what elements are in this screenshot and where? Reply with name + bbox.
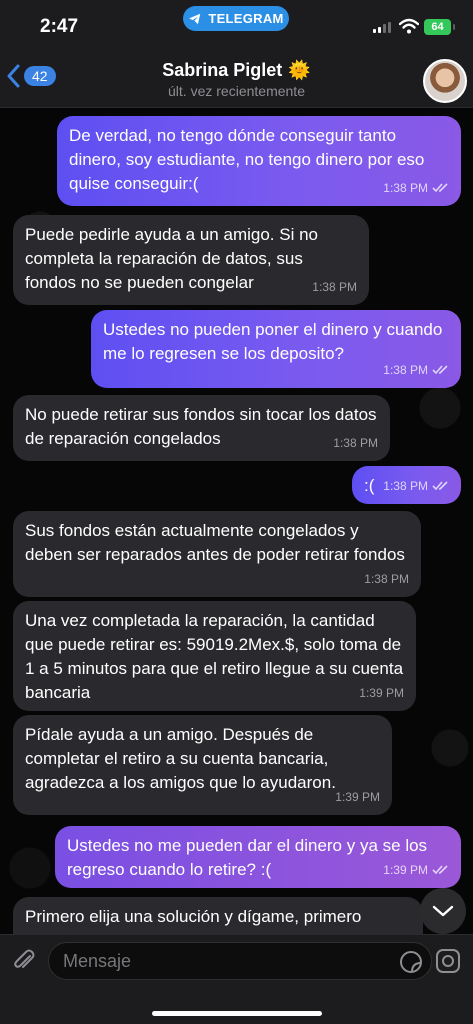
message-text: Una vez completada la reparación, la can… — [25, 611, 404, 702]
message-text: :( — [364, 476, 375, 495]
message-time: 1:39 PM — [359, 686, 404, 700]
message-time: 1:38 PM — [333, 436, 378, 450]
message-time: 1:39 PM — [335, 790, 380, 804]
message-text: Pídale ayuda a un amigo. Después de comp… — [25, 725, 336, 792]
message-text: Primero elija una solución y dígame, pri… — [25, 907, 362, 926]
message-time: 1:38 PM — [364, 572, 409, 586]
message-field[interactable] — [48, 942, 432, 980]
message-bubble-incoming[interactable]: Pídale ayuda a un amigo. Después de comp… — [13, 715, 392, 815]
sticker-icon[interactable] — [399, 950, 423, 974]
read-check-icon — [432, 481, 448, 491]
message-bubble-outgoing[interactable]: Ustedes no pueden poner el dinero y cuan… — [91, 310, 461, 388]
telegram-pill-label: TELEGRAM — [208, 11, 284, 26]
telegram-icon — [189, 13, 201, 24]
message-bubble-outgoing[interactable]: Ustedes no me pueden dar el dinero y ya … — [55, 826, 461, 888]
last-seen-status: últ. vez recientemente — [168, 83, 305, 99]
message-text: Puede pedirle ayuda a un amigo. Si no co… — [25, 225, 318, 292]
message-text: Ustedes no me pueden dar el dinero y ya … — [67, 836, 428, 879]
read-check-icon — [432, 183, 448, 193]
battery-indicator: 64 — [424, 19, 455, 35]
chat-title[interactable]: Sabrina Piglet 🌞 — [0, 60, 473, 81]
message-input[interactable] — [49, 943, 379, 979]
message-time: 1:39 PM — [383, 863, 428, 877]
composer — [0, 934, 473, 1024]
sun-emoji: 🌞 — [288, 60, 311, 80]
telegram-return-pill[interactable]: TELEGRAM — [183, 6, 289, 31]
message-text: Ustedes no pueden poner el dinero y cuan… — [103, 320, 443, 363]
status-time: 2:47 — [40, 16, 79, 37]
read-check-icon — [432, 365, 448, 375]
signal-icon — [373, 22, 391, 33]
message-time: 1:38 PM — [383, 479, 428, 493]
message-bubble-outgoing[interactable]: De verdad, no tengo dónde conseguir tant… — [57, 116, 461, 206]
wifi-icon — [399, 18, 419, 34]
message-bubble-incoming[interactable]: Primero elija una solución y dígame, pri… — [13, 897, 423, 934]
message-time: 1:38 PM — [312, 280, 357, 294]
status-bar: 2:47 TELEGRAM 64 — [0, 0, 473, 46]
message-text: Sus fondos están actualmente congelados … — [25, 521, 405, 564]
message-time: 1:38 PM — [383, 363, 428, 377]
message-text: No puede retirar sus fondos sin tocar lo… — [25, 405, 377, 448]
camera-icon[interactable] — [434, 947, 462, 975]
message-bubble-outgoing[interactable]: :( 1:38 PM — [352, 466, 461, 504]
message-text: De verdad, no tengo dónde conseguir tant… — [69, 126, 425, 193]
home-indicator — [152, 1011, 322, 1016]
message-bubble-incoming[interactable]: Puede pedirle ayuda a un amigo. Si no co… — [13, 215, 369, 305]
message-bubble-incoming[interactable]: Una vez completada la reparación, la can… — [13, 601, 416, 711]
message-bubble-incoming[interactable]: No puede retirar sus fondos sin tocar lo… — [13, 395, 390, 461]
chevron-down-icon — [432, 905, 454, 917]
contact-name: Sabrina Piglet — [162, 60, 283, 80]
avatar[interactable] — [423, 59, 467, 103]
message-list[interactable]: De verdad, no tengo dónde conseguir tant… — [0, 108, 473, 934]
message-time: 1:38 PM — [383, 181, 428, 195]
chat-header: 42 Sabrina Piglet 🌞 últ. vez recientement… — [0, 46, 473, 108]
read-check-icon — [432, 865, 448, 875]
attach-icon[interactable] — [10, 947, 38, 975]
scroll-to-bottom-button[interactable] — [420, 888, 466, 934]
message-bubble-incoming[interactable]: Sus fondos están actualmente congelados … — [13, 511, 421, 597]
